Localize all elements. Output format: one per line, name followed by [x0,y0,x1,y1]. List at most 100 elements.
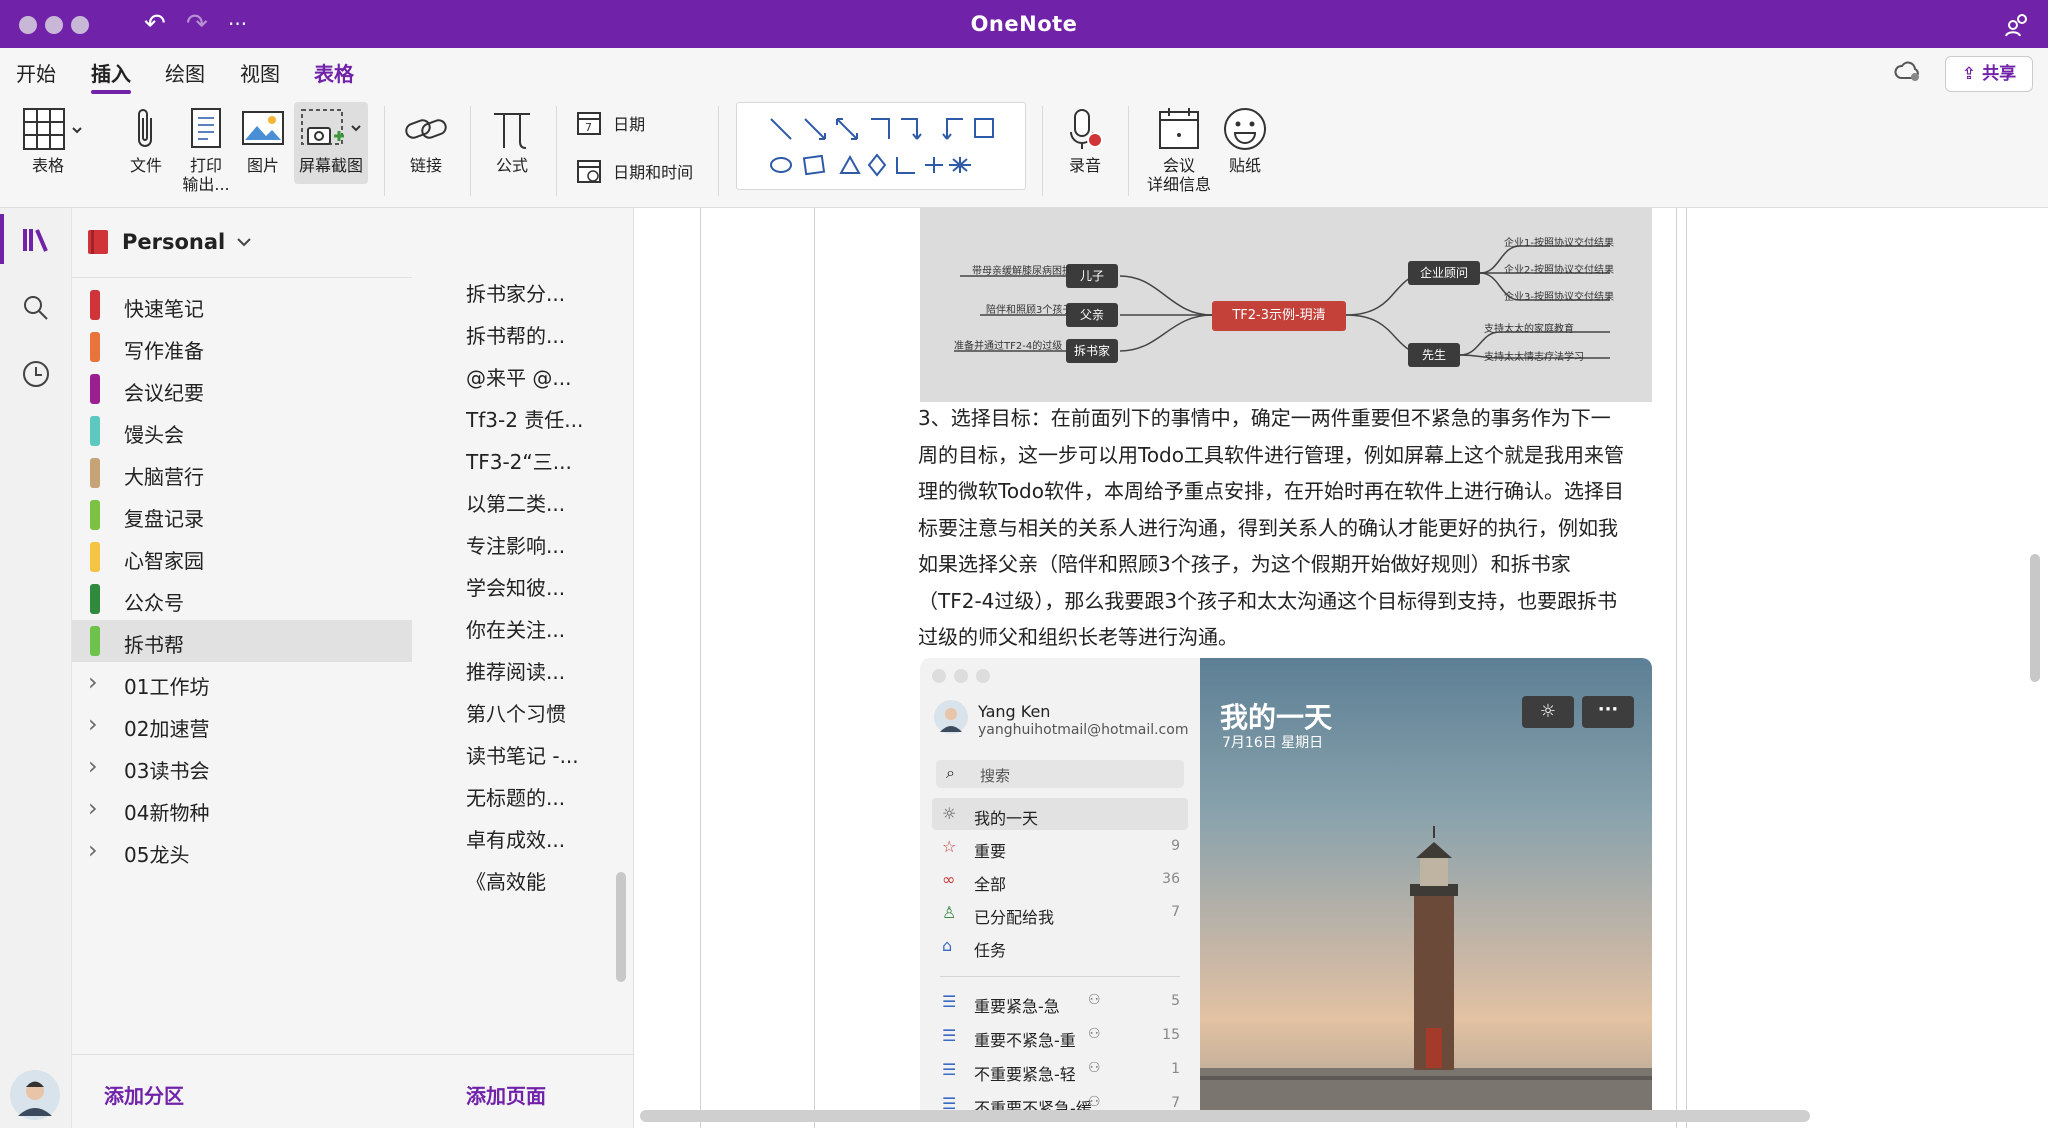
page-item[interactable]: 读书笔记 -... [466,740,616,769]
page-item[interactable]: 以第二类... [466,488,616,517]
section-item[interactable]: 写作准备 [72,326,412,368]
page-item[interactable]: 学会知彼... [466,572,616,601]
pages-scrollbar[interactable] [616,872,626,982]
section-item[interactable]: 心智家园 [72,536,412,578]
audio-button[interactable]: 录音 [1060,106,1110,175]
tab-draw[interactable]: 绘图 [165,58,205,94]
sticker-button[interactable]: 贴纸 [1220,106,1270,175]
section-item[interactable]: 快速笔记 [72,284,412,326]
tab-home[interactable]: 开始 [16,58,56,94]
mindmap-node: 儿子 [1066,264,1118,288]
notebook-picker[interactable]: Personal [86,226,316,262]
page-item[interactable]: Tf3-2 责任... [466,404,616,433]
equation-button[interactable]: 公式 [486,106,538,175]
shared-icon: ⚇ [1088,1026,1101,1042]
chevron-down-icon [237,238,251,247]
paragraph-line: 标要注意与相关的关系人进行沟通，得到关系人的确认才能更好的执行，例如我 [918,515,1618,540]
add-page-button[interactable]: 添加页面 [466,1080,546,1109]
print-button[interactable]: 打印 输出... [178,106,234,194]
page-item[interactable]: 第八个习惯 [466,698,616,727]
todo-list-item[interactable]: ☼ 我的一天 [932,798,1188,830]
meeting-details-button[interactable]: 会议 详细信息 [1142,106,1216,194]
sync-status-icon[interactable] [1894,60,1922,84]
link-button[interactable]: 链接 [400,106,452,175]
section-item[interactable]: 公众号 [72,578,412,620]
table-border [814,208,815,1128]
todo-list-count: 15 [1162,1027,1180,1043]
ribbon-divider [718,106,719,196]
chevron-right-icon: › [88,794,98,822]
todo-list-item[interactable]: ⌂ 任务 [932,930,1188,962]
list-icon: ☰ [942,1026,957,1045]
todo-search-input[interactable]: ⌕ 搜索 [936,760,1184,788]
table-button[interactable]: 表格 [18,106,88,175]
page-item[interactable]: 无标题的... [466,782,616,811]
recent-clock-icon[interactable] [22,360,50,388]
ribbon-divider [556,106,557,196]
section-item[interactable]: 馒头会 [72,410,412,452]
todo-custom-list-item[interactable]: ☰ 重要不紧急-重 ⚇ 15 [932,1020,1188,1052]
section-item[interactable]: 大脑营行 [72,452,412,494]
mindmap-leaf: 准备并通过TF2-4的过级 [954,341,1063,352]
page-item[interactable]: 卓有成效... [466,824,616,853]
section-item[interactable]: 拆书帮 [72,620,412,662]
ribbon-divider [1128,106,1129,196]
screenshot-label: 屏幕截图 [298,156,363,175]
page-item[interactable]: 推荐阅读... [466,656,616,685]
mindmap-image[interactable]: TF2-3示例-玥清 儿子 父亲 拆书家 企业顾问 先生 带母亲缓解膝尿病困扰 … [920,208,1652,402]
page-item[interactable]: @来平 @... [466,362,616,391]
section-group[interactable]: › 05龙头 [72,830,412,872]
tab-insert[interactable]: 插入 [91,58,131,94]
page-item[interactable]: TF3-2“三... [466,446,616,475]
notebooks-icon[interactable] [22,226,52,254]
mindmap-node: 先生 [1408,343,1460,367]
mindmap-node: 企业顾问 [1408,261,1480,285]
page-item[interactable]: 专注影响... [466,530,616,559]
todo-list-label: 重要 [974,842,1007,861]
section-group[interactable]: › 01工作坊 [72,662,412,704]
svg-text:7: 7 [585,121,592,134]
chevron-right-icon: › [88,668,98,696]
file-button[interactable]: 文件 [124,106,168,175]
section-group[interactable]: › 03读书会 [72,746,412,788]
ribbon-insert: 表格 文件 打印 输出... 图片 屏幕截图 链接 公式 7 日期 日期和时间 录… [0,96,2048,208]
page-item[interactable]: 你在关注... [466,614,616,643]
canvas-vertical-scrollbar[interactable] [2030,554,2040,682]
account-icon[interactable] [2004,12,2030,38]
add-section-button[interactable]: 添加分区 [104,1080,184,1109]
date-button[interactable]: 7 日期 [576,110,696,136]
section-item[interactable]: 复盘记录 [72,494,412,536]
todo-list-item[interactable]: ∞ 全部 36 [932,864,1188,896]
section-color-tab [90,626,100,656]
calendar-icon: 7 [577,112,601,135]
tab-view[interactable]: 视图 [240,58,280,94]
page-item[interactable]: 《高效能 [466,866,616,895]
section-label: 复盘记录 [124,507,204,531]
page-item[interactable]: 拆书家分... [466,278,616,307]
share-button[interactable]: ⇪ 共享 [1945,56,2033,92]
avatar[interactable] [10,1070,60,1120]
screenshot-button[interactable]: 屏幕截图 [294,102,368,184]
canvas-horizontal-scrollbar[interactable] [640,1110,1810,1122]
page-item[interactable]: 拆书帮的... [466,320,616,349]
picture-button[interactable]: 图片 [240,106,286,175]
datetime-button[interactable]: 日期和时间 [576,158,716,184]
todo-custom-list-item[interactable]: ☰ 不重要不紧急-缓 ⚇ 7 [932,1088,1188,1110]
navigation-rail [0,208,72,1128]
shapes-gallery[interactable] [736,102,1026,190]
title-bar: ↶ ↷ ··· OneNote [0,0,2048,48]
todo-list-item[interactable]: ♙ 已分配给我 7 [932,897,1188,929]
search-icon[interactable] [22,294,50,322]
section-label: 心智家园 [124,549,204,573]
paragraph-line: 理的微软Todo软件，本周给予重点安排，在开始时再在软件上进行确认。选择目 [918,479,1624,503]
todo-custom-list-item[interactable]: ☰ 重要紧急-急 ⚇ 5 [932,986,1188,1018]
todo-screenshot-image[interactable]: Yang Ken yanghuihotmail@hotmail.com ⌕ 搜索… [920,658,1652,1110]
tab-table[interactable]: 表格 [314,58,354,94]
todo-list-item[interactable]: ☆ 重要 9 [932,831,1188,863]
todo-custom-list-item[interactable]: ☰ 不重要紧急-轻 ⚇ 1 [932,1054,1188,1086]
section-group[interactable]: › 02加速营 [72,704,412,746]
section-item[interactable]: 会议纪要 [72,368,412,410]
lighthouse-image [1200,826,1652,1110]
section-group[interactable]: › 04新物种 [72,788,412,830]
note-paragraph[interactable]: 3、选择目标：在前面列下的事情中，确定一两件重要但不紧急的事务作为下一 周的目标，… [918,400,1672,656]
